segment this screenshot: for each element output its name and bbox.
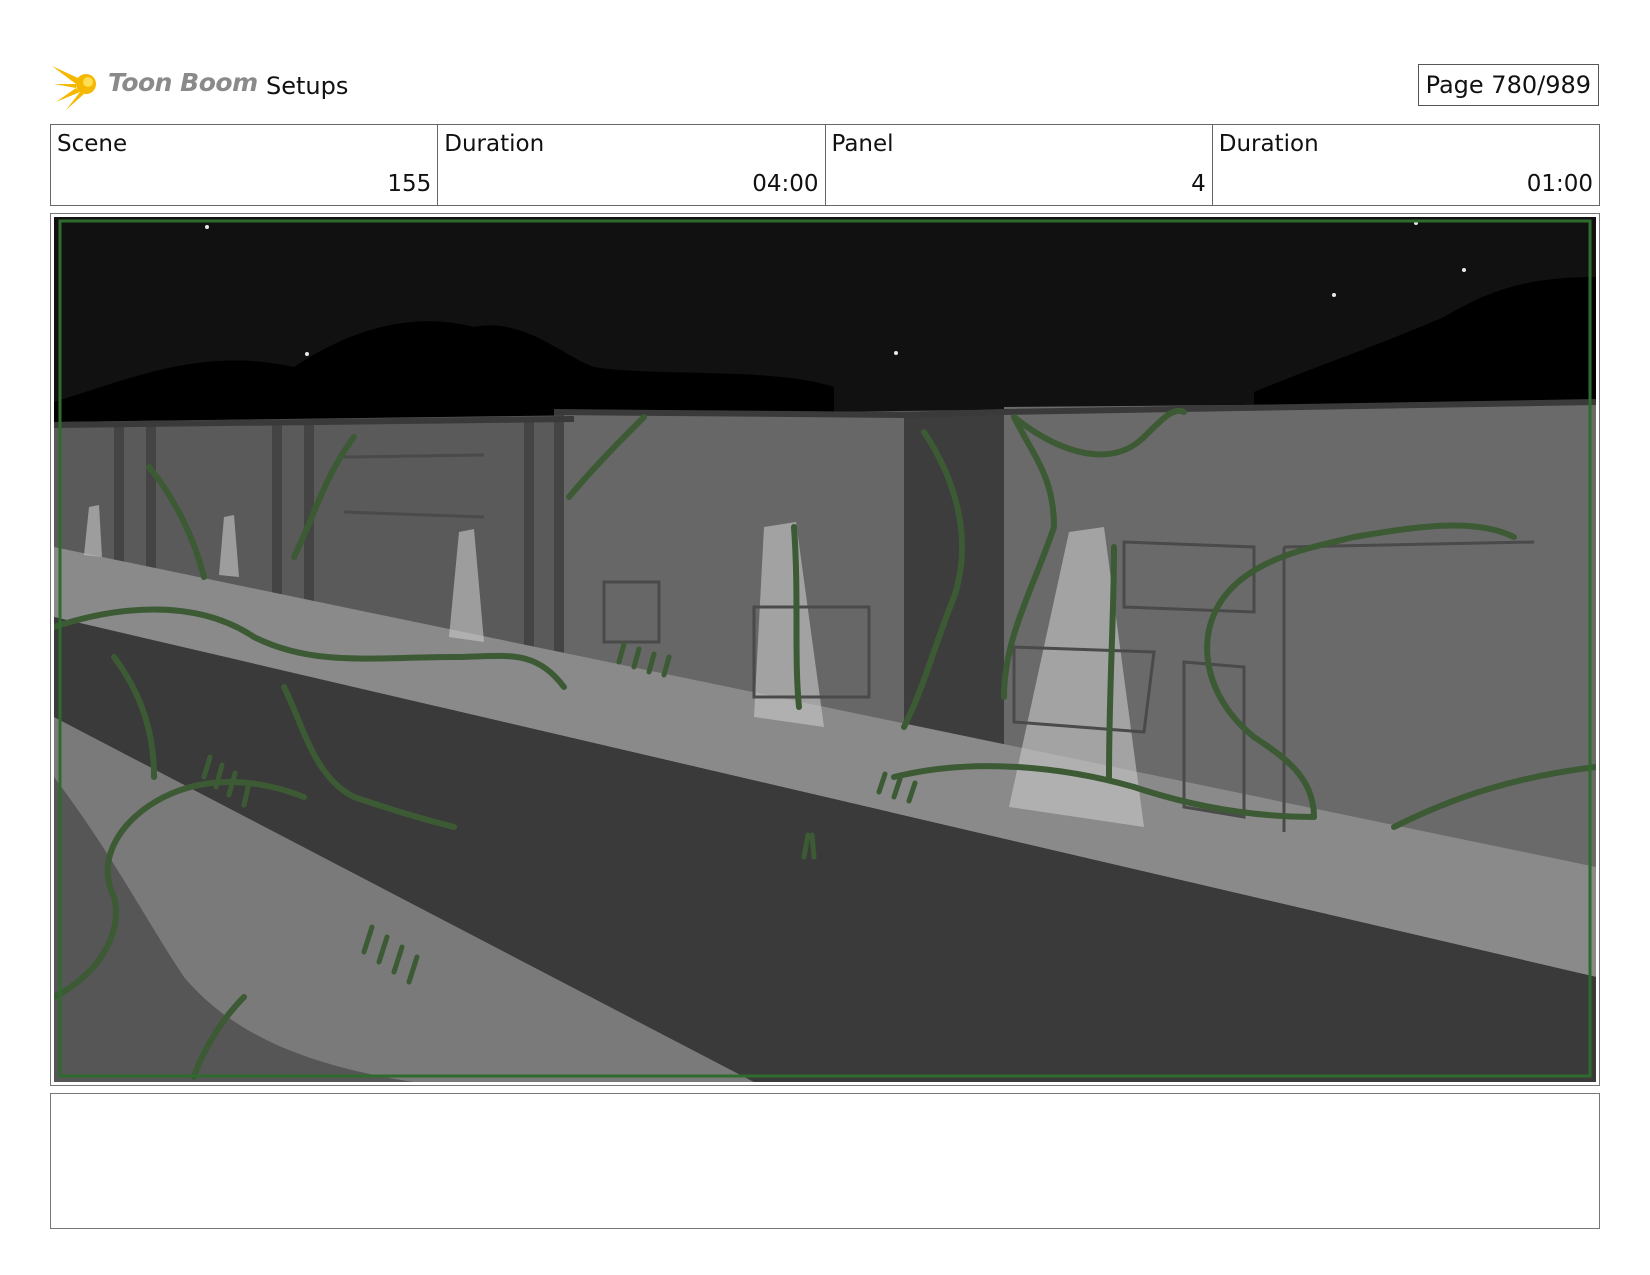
panel-notes-box (50, 1093, 1600, 1229)
panel-value: 4 (1191, 171, 1206, 197)
scene-label: Scene (57, 131, 128, 157)
toon-boom-logo: Toon Boom (52, 58, 258, 114)
panel-duration-cell: Duration 01:00 (1213, 125, 1599, 205)
scene-duration-value: 04:00 (752, 171, 819, 197)
storyboard-drawing (54, 217, 1596, 1082)
panel-cell: Panel 4 (826, 125, 1213, 205)
scene-duration-cell: Duration 04:00 (438, 125, 826, 205)
panel-info-table: Scene 155 Duration 04:00 Panel 4 Duratio… (50, 124, 1600, 206)
panel-duration-label: Duration (1218, 131, 1319, 157)
scene-duration-label: Duration (444, 131, 545, 157)
panel-label: Panel (831, 131, 894, 157)
storyboard-panel-frame (50, 213, 1600, 1086)
logo-wordmark: Toon Boom (108, 68, 258, 97)
page-number: Page 780/989 (1417, 64, 1599, 106)
starburst-icon (52, 66, 96, 110)
scene-cell: Scene 155 (51, 125, 439, 205)
section-title: Setups (266, 72, 349, 100)
panel-duration-value: 01:00 (1526, 171, 1593, 197)
scene-value: 155 (387, 171, 432, 197)
